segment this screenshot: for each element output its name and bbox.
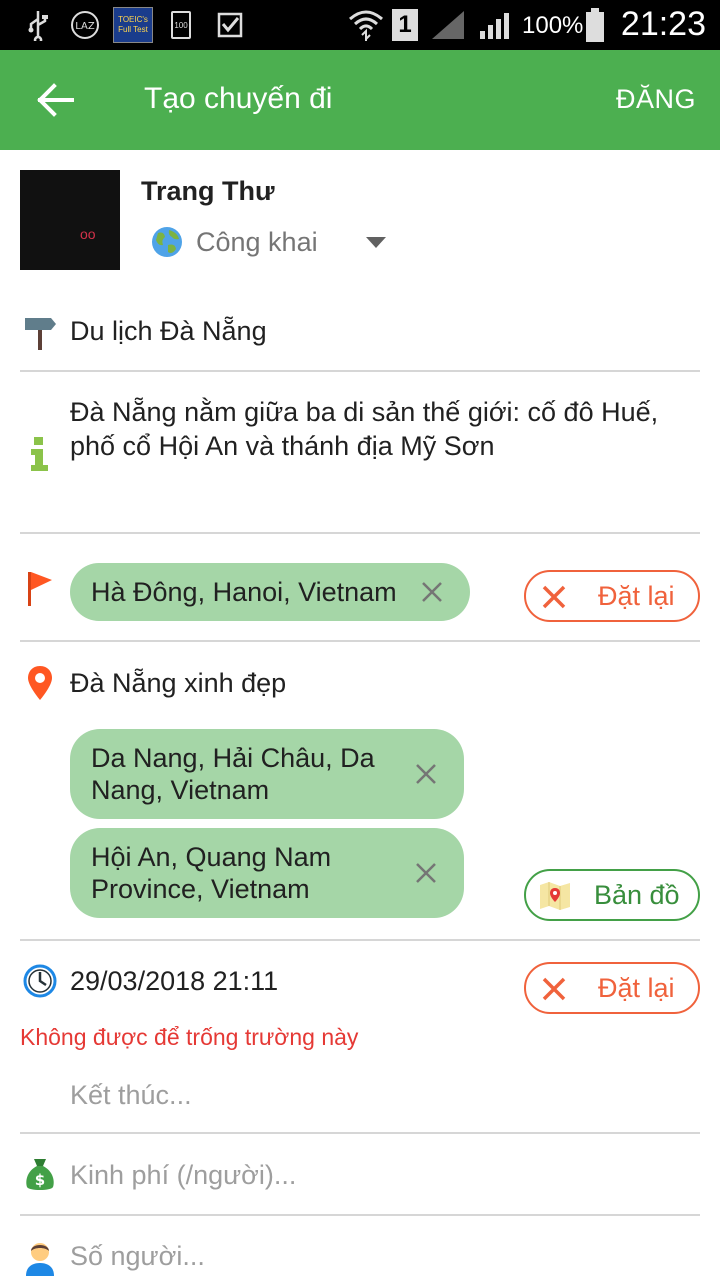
money-bag-icon: $ (22, 1155, 58, 1195)
signal-sim2-icon (478, 9, 514, 41)
reset-origin-label: Đặt lại (598, 580, 675, 611)
start-time-field[interactable]: 29/03/2018 21:11 (70, 966, 278, 997)
chip-line: Nang, Vietnam (91, 775, 270, 805)
wifi-icon (348, 9, 384, 41)
chip-line: Da Nang, Hải Châu, Da (91, 743, 375, 773)
remove-chip-icon[interactable] (414, 762, 438, 786)
destination-chip[interactable]: Hội An, Quang Nam Province, Vietnam (70, 828, 464, 918)
post-button[interactable]: ĐĂNG (616, 84, 696, 115)
chevron-down-icon (365, 236, 386, 248)
reset-origin-button[interactable]: Đặt lại (524, 570, 700, 622)
status-bar: LAZ TOEIC's Full Test 100 1 100% 21:23 (0, 0, 720, 50)
svg-text:$: $ (35, 1171, 45, 1189)
toeic-app-icon: TOEIC's Full Test (113, 7, 153, 43)
battery-percent: 100% (522, 12, 584, 39)
map-button[interactable]: Bản đồ (524, 869, 700, 921)
destination-chip[interactable]: Da Nang, Hải Châu, Da Nang, Vietnam (70, 729, 464, 819)
divider (20, 939, 700, 941)
trip-description-field[interactable]: Đà Nẵng nằm giữa ba di sản thế giới: cố … (70, 395, 690, 463)
location-pin-icon (22, 663, 58, 703)
trip-name-field[interactable]: Du lịch Đà Nẵng (70, 316, 267, 347)
sim-slot-icon: 1 (392, 9, 418, 41)
page-title: Tạo chuyến đi (144, 82, 333, 115)
checklist-icon (214, 9, 246, 41)
remove-chip-icon[interactable] (420, 580, 444, 604)
back-arrow-icon[interactable] (34, 80, 78, 120)
destination-chip-label: Da Nang, Hải Châu, Da Nang, Vietnam (91, 742, 375, 806)
flag-icon (22, 568, 58, 608)
end-time-field[interactable]: Kết thúc... (70, 1080, 192, 1111)
people-count-field[interactable]: Số người... (70, 1241, 205, 1272)
origin-chip[interactable]: Hà Đông, Hanoi, Vietnam (70, 563, 470, 621)
privacy-label: Công khai (196, 226, 318, 257)
budget-field[interactable]: Kinh phí (/người)... (70, 1160, 296, 1191)
info-icon (22, 432, 58, 472)
remove-chip-icon[interactable] (414, 861, 438, 885)
sim-slot-text: 1 (398, 11, 412, 38)
close-icon (542, 977, 566, 1001)
usb-icon (24, 9, 52, 41)
reset-time-label: Đặt lại (598, 972, 675, 1003)
destination-title-field[interactable]: Đà Nẵng xinh đẹp (70, 668, 286, 699)
avatar: oo (20, 170, 120, 270)
chip-line: Hội An, Quang Nam (91, 842, 332, 872)
signpost-icon (22, 311, 58, 351)
globe-icon (152, 227, 182, 257)
person-icon (22, 1237, 58, 1277)
lazada-text: LAZ (75, 21, 95, 32)
privacy-dropdown[interactable]: Công khai (150, 222, 386, 262)
validation-error: Không được để trống trường này (20, 1024, 359, 1050)
divider (20, 1132, 700, 1134)
battery-app-text: 100 (174, 20, 188, 30)
battery-app-icon: 100 (170, 9, 192, 41)
close-icon (542, 585, 566, 609)
divider (20, 1214, 700, 1216)
signal-sim1-icon (430, 9, 466, 41)
destination-chip-label: Hội An, Quang Nam Province, Vietnam (91, 841, 331, 905)
clock-time: 21:23 (620, 5, 706, 43)
clock-icon (22, 961, 58, 1001)
app-bar: Tạo chuyến đi ĐĂNG (0, 50, 720, 150)
avatar-mark-icon: oo (80, 226, 96, 242)
user-name: Trang Thư (141, 176, 275, 206)
toeic-badge-text: TOEIC's Full Test (118, 15, 148, 34)
chip-line: Province, Vietnam (91, 874, 310, 904)
reset-time-button[interactable]: Đặt lại (524, 962, 700, 1014)
divider (20, 640, 700, 642)
battery-icon (584, 8, 606, 42)
divider (20, 370, 700, 372)
lazada-icon: LAZ (68, 9, 102, 41)
origin-chip-label: Hà Đông, Hanoi, Vietnam (91, 577, 397, 607)
divider (20, 532, 700, 534)
map-label: Bản đồ (594, 880, 680, 910)
map-icon (540, 882, 570, 910)
